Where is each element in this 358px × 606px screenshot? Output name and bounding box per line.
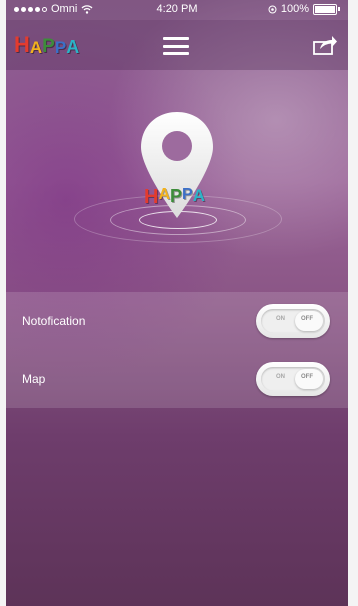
setting-row-notification: Notofication ON OFF — [6, 292, 348, 350]
battery-percent: 100% — [280, 3, 309, 15]
status-bar: Omni 4:20 PM 100% — [6, 0, 348, 20]
location-arrow-icon — [268, 5, 277, 13]
nav-bar: H A P P A — [6, 20, 348, 70]
phone-screen: Omni 4:20 PM 100% H A P P A H A P P A No… — [6, 0, 348, 606]
setting-label: Notofication — [22, 314, 86, 328]
setting-label: Map — [22, 372, 46, 386]
map-toggle[interactable]: ON OFF — [256, 362, 330, 396]
battery-icon — [313, 3, 337, 15]
toggle-on-label: ON — [276, 316, 285, 322]
toggle-off-label: OFF — [301, 316, 313, 322]
settings-panel: Notofication ON OFF Map ON OFF — [6, 292, 348, 408]
battery-status: 100% — [268, 3, 340, 15]
notification-toggle[interactable]: ON OFF — [256, 304, 330, 338]
hamburger-menu-icon[interactable] — [163, 37, 189, 55]
toggle-on-label: ON — [276, 374, 285, 380]
toggle-off-label: OFF — [301, 374, 313, 380]
location-hero: H A P P A — [6, 70, 348, 290]
setting-row-map: Map ON OFF — [6, 350, 348, 408]
hero-logo: H A P P A — [144, 186, 205, 208]
share-icon[interactable] — [312, 34, 338, 56]
app-logo[interactable]: H A P P A — [14, 32, 79, 58]
